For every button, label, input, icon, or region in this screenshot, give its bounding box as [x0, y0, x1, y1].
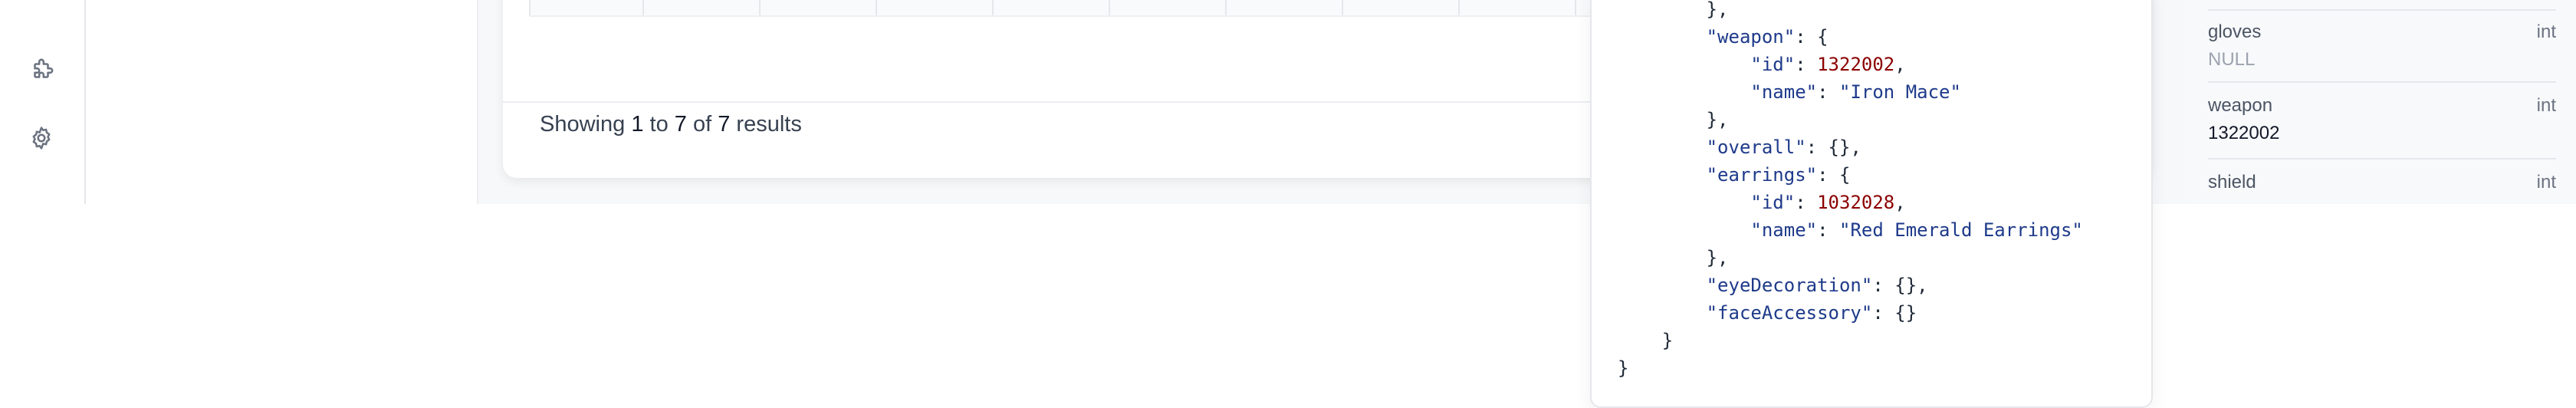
json-preview-popover: }, "weapon": { "id": 1322002, "name": "I…: [1590, 0, 2153, 408]
json-punct: [1618, 26, 1707, 48]
json-key: "weapon": [1706, 26, 1796, 48]
field-shield: int shield: [2208, 172, 2556, 193]
field-separator: [2208, 81, 2556, 83]
sidebar-rail: [0, 0, 86, 204]
json-line: "overall": {},: [1618, 133, 2083, 161]
json-punct: },: [1618, 109, 1729, 130]
json-line: "earrings": {: [1618, 161, 2083, 189]
json-key: "eyeDecoration": [1706, 275, 1873, 296]
json-punct: [1618, 54, 1750, 75]
json-line: "id": 1032028,: [1618, 189, 2083, 216]
results-suffix: results: [736, 112, 802, 137]
results-total: 7: [718, 112, 731, 137]
json-line: "weapon": {: [1618, 23, 2083, 51]
json-punct: ,: [1894, 54, 1906, 75]
json-punct: [1618, 81, 1750, 103]
json-number: 1032028: [1817, 192, 1895, 213]
field-name: weapon: [2208, 95, 2273, 116]
json-punct: [1618, 137, 1707, 158]
field-weapon: int weapon 1322002: [2208, 95, 2556, 144]
json-key: "name": [1750, 81, 1818, 103]
json-code-block[interactable]: }, "weapon": { "id": 1322002, "name": "I…: [1618, 0, 2083, 382]
results-prefix: Showing: [540, 112, 626, 137]
json-line: "faceAccessory": {}: [1618, 299, 2083, 327]
extensions-icon[interactable]: [26, 55, 57, 86]
settings-icon[interactable]: [26, 123, 57, 153]
json-string: "Red Emerald Earrings": [1839, 219, 2083, 241]
json-key: "faceAccessory": [1706, 302, 1873, 324]
json-line: "eyeDecoration": {},: [1618, 271, 2083, 299]
field-name: shield: [2208, 172, 2256, 192]
json-punct: ,: [1894, 192, 1906, 213]
json-punct: :: [1795, 54, 1818, 75]
json-line: },: [1618, 244, 2083, 271]
json-punct: : {}: [1872, 302, 1917, 324]
field-type: int: [2536, 95, 2556, 116]
json-punct: [1618, 164, 1707, 186]
json-line: "id": 1322002,: [1618, 51, 2083, 78]
pagination-summary: Showing 1 to 7 of 7 results: [540, 110, 802, 138]
json-key: "name": [1750, 219, 1818, 241]
field-type: int: [2536, 21, 2556, 42]
json-punct: [1618, 192, 1750, 213]
field-type: int: [2536, 172, 2556, 192]
app-frame: Showing 1 to 7 of 7 results }, "weapon":…: [0, 0, 2576, 408]
json-punct: }: [1618, 357, 1629, 379]
json-punct: :: [1817, 81, 1839, 103]
json-key: "id": [1750, 54, 1796, 75]
json-punct: }: [1618, 330, 1674, 351]
json-line: "name": "Red Emerald Earrings": [1618, 216, 2083, 244]
field-gloves: int gloves NULL: [2208, 21, 2556, 71]
results-to-word: to: [649, 112, 669, 137]
results-to: 7: [674, 112, 687, 137]
field-value[interactable]: NULL: [2208, 49, 2556, 71]
json-punct: :: [1795, 192, 1818, 213]
json-line: },: [1618, 0, 2083, 23]
json-line: "name": "Iron Mace": [1618, 78, 2083, 106]
json-key: "id": [1750, 192, 1796, 213]
json-punct: [1618, 219, 1750, 241]
json-punct: : {},: [1872, 275, 1928, 296]
json-punct: : {: [1795, 26, 1829, 48]
field-value[interactable]: 1322002: [2208, 123, 2556, 144]
json-punct: : {},: [1806, 137, 1861, 158]
json-punct: : {: [1817, 164, 1851, 186]
json-key: "earrings": [1706, 164, 1818, 186]
field-name: gloves: [2208, 21, 2262, 42]
json-line: },: [1618, 106, 2083, 133]
json-line: }: [1618, 327, 2083, 354]
json-number: 1322002: [1817, 54, 1895, 75]
results-of-word: of: [692, 112, 712, 137]
json-punct: },: [1618, 0, 1729, 20]
json-key: "overall": [1706, 137, 1806, 158]
json-line: }: [1618, 354, 2083, 382]
json-punct: [1618, 302, 1707, 324]
json-punct: },: [1618, 247, 1729, 268]
json-punct: [1618, 275, 1707, 296]
field-separator: [2208, 158, 2556, 160]
field-separator: [2208, 9, 2556, 11]
json-punct: :: [1817, 219, 1839, 241]
results-from: 1: [631, 112, 644, 137]
record-detail-panel: int gloves NULL int weapon 1322002 int s…: [2185, 0, 2576, 204]
json-string: "Iron Mace": [1839, 81, 1961, 103]
